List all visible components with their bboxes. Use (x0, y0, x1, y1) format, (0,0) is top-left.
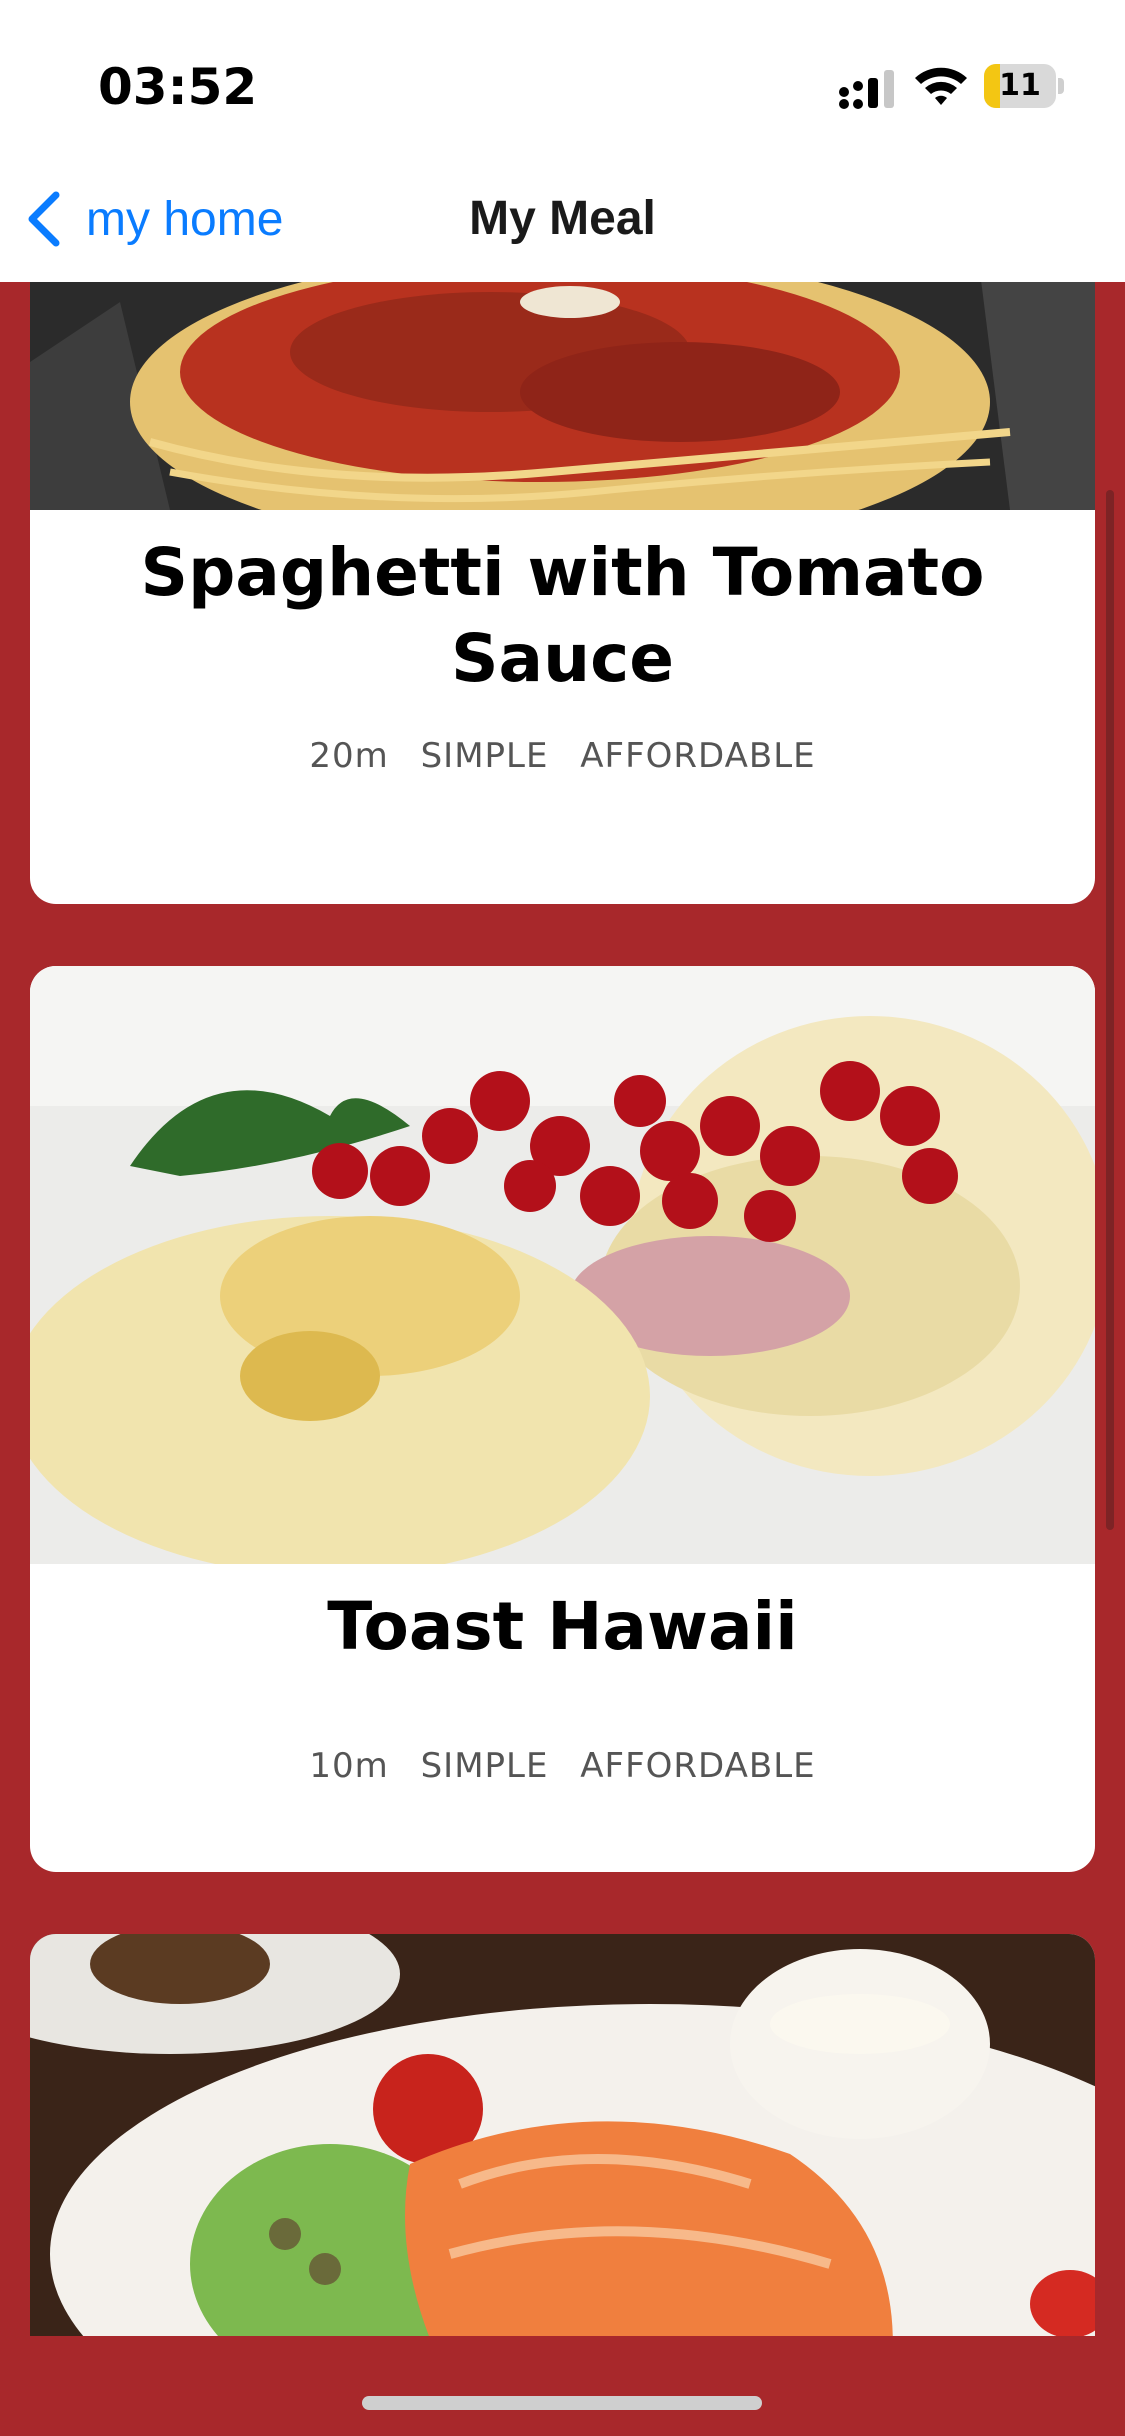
meal-complexity: SIMPLE (420, 1746, 549, 1786)
meal-complexity: SIMPLE (420, 736, 549, 776)
wifi-icon (915, 67, 967, 105)
scrollbar[interactable] (1106, 490, 1114, 1530)
meal-duration: 10m (309, 1746, 389, 1786)
cellular-signal-icon (839, 70, 894, 109)
meal-affordability: AFFORDABLE (580, 1746, 816, 1786)
meal-image (30, 966, 1095, 1564)
meal-title: Spaghetti with Tomato Sauce (140, 534, 985, 697)
battery-level: 11 (999, 68, 1041, 103)
status-bar: 03:52 11 (0, 0, 1125, 160)
page-title: My Meal (469, 192, 656, 245)
status-time: 03:52 (98, 58, 258, 116)
home-indicator[interactable] (362, 2396, 762, 2410)
meal-image (30, 282, 1095, 510)
meal-card[interactable] (30, 1934, 1095, 2336)
meal-affordability: AFFORDABLE (580, 736, 816, 776)
meal-card[interactable]: Spaghetti with Tomato Sauce 20m SIMPLE A… (30, 282, 1095, 904)
meal-list: Spaghetti with Tomato Sauce 20m SIMPLE A… (0, 282, 1125, 2336)
meal-meta: 20m SIMPLE AFFORDABLE (30, 736, 1095, 776)
meal-title: Toast Hawaii (327, 1588, 798, 1665)
battery-icon: 11 (984, 64, 1064, 108)
meal-card[interactable]: Toast Hawaii 10m SIMPLE AFFORDABLE (30, 966, 1095, 1872)
meal-image (30, 1934, 1095, 2336)
navigation-bar: my home My Meal (0, 160, 1125, 282)
meal-meta: 10m SIMPLE AFFORDABLE (30, 1746, 1095, 1786)
meal-duration: 20m (309, 736, 389, 776)
